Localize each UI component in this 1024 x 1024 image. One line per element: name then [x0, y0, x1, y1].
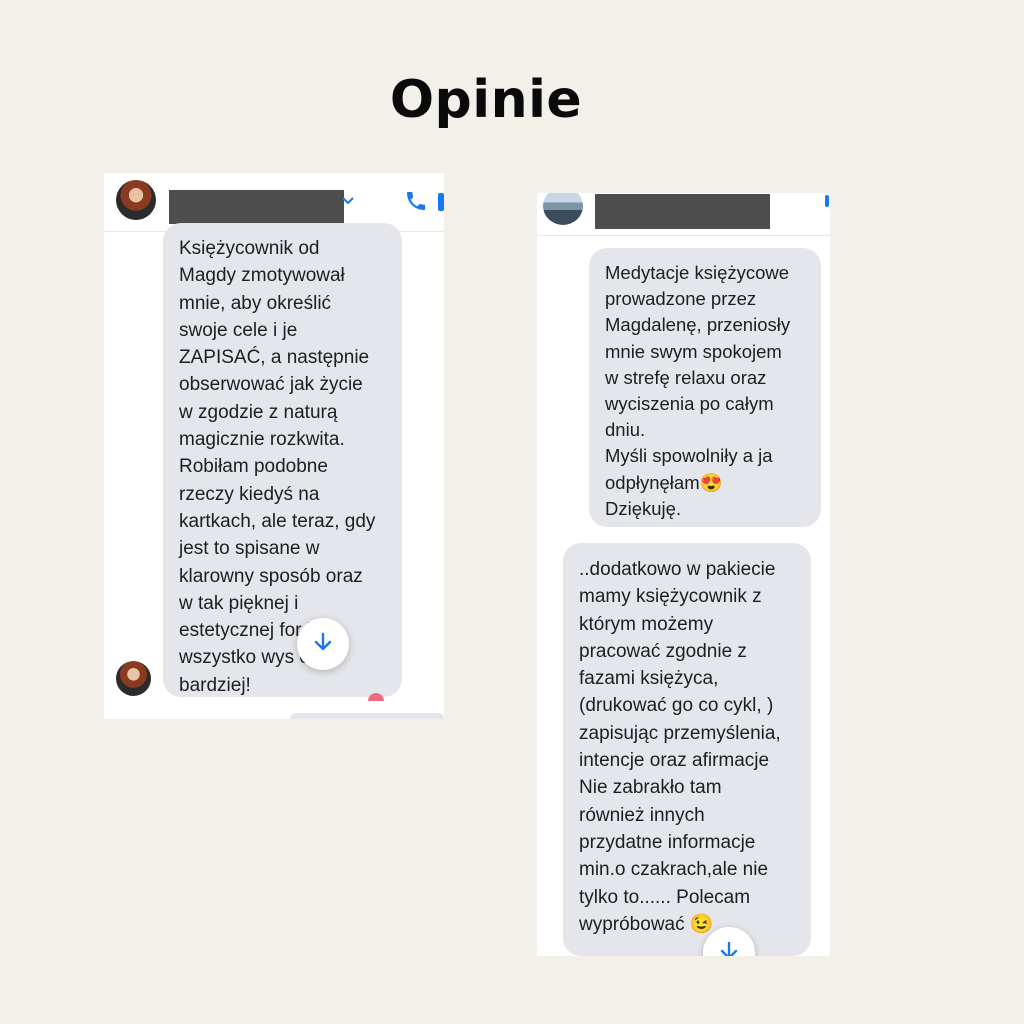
chat-header: [537, 193, 830, 236]
video-icon[interactable]: [438, 193, 444, 211]
message-line: intencje oraz afirmacje: [579, 750, 770, 772]
message-line: bardziej!: [179, 674, 251, 696]
message-line: Myśli spowolniły a ja: [605, 445, 773, 467]
message-bubble: Medytacje księżycowe prowadzone przez Ma…: [589, 248, 821, 527]
message-line: którym możemy: [579, 613, 714, 635]
contact-avatar[interactable]: [116, 180, 156, 220]
message-line: ..dodatkowo w pakiecie: [579, 559, 776, 580]
scroll-down-button[interactable]: [297, 618, 349, 670]
message-line: wypróbować 😉: [579, 913, 714, 935]
chevron-down-icon[interactable]: [342, 193, 354, 209]
message-line: rzeczy kiedyś na: [179, 483, 320, 505]
message-line: magicznie rozkwita.: [179, 429, 345, 451]
sender-avatar[interactable]: [116, 661, 151, 696]
message-line: estetycznej for ie -: [179, 620, 334, 642]
arrow-down-icon: [718, 940, 740, 956]
message-line: Dziękuję.: [605, 497, 682, 519]
message-line: dniu.: [605, 419, 646, 441]
message-line: wszystko wys o: [179, 647, 310, 669]
phone-icon[interactable]: [404, 189, 428, 219]
message-line: obserwować jak życie: [179, 374, 363, 396]
message-bubble: Księżycownik od Magdy zmotywował mnie, a…: [163, 223, 402, 697]
message-line: w tak pięknej i: [179, 592, 299, 614]
redacted-contact-name: [169, 190, 344, 224]
right-chat-screenshot: Medytacje księżycowe prowadzone przez Ma…: [537, 193, 830, 956]
message-line: zapisując przemyślenia,: [579, 722, 781, 744]
message-line: tylko to...... Polecam: [579, 886, 751, 908]
message-line: również innych: [579, 804, 705, 826]
message-line: w zgodzie z naturą: [179, 401, 338, 423]
message-bubble: ..dodatkowo w pakiecie mamy księżycownik…: [563, 543, 811, 956]
page-title: Opinie: [389, 70, 583, 130]
message-line: Magdy zmotywował: [179, 265, 345, 287]
phone-icon[interactable]: [825, 195, 829, 207]
message-line: Magdalenę, przeniosły: [605, 314, 791, 336]
message-line: mnie swym spokojem: [605, 340, 782, 362]
message-line: swoje cele i je: [179, 319, 298, 341]
contact-avatar[interactable]: [543, 193, 583, 225]
left-chat-screenshot: Księżycownik od Magdy zmotywował mnie, a…: [104, 173, 444, 719]
message-line: Medytacje księżycowe: [605, 262, 790, 283]
message-line: pracować zgodnie z: [579, 640, 747, 662]
message-line: min.o czakrach,ale nie: [579, 859, 769, 881]
message-line: Nie zabrakło tam: [579, 777, 722, 799]
message-line: mamy księżycownik z: [579, 586, 762, 608]
message-line: fazami księżyca,: [579, 668, 719, 690]
message-line: Robiłam podobne: [179, 456, 328, 478]
message-line: przydatne informacje: [579, 831, 756, 853]
message-line: ZAPISAĆ, a następnie: [179, 347, 370, 369]
message-line: klarowny sposób oraz: [179, 565, 363, 587]
redacted-contact-name: [595, 194, 770, 229]
message-line: wyciszenia po całym: [605, 393, 774, 415]
message-line: jest to spisane w: [179, 538, 320, 560]
message-line: kartkach, ale teraz, gdy: [179, 510, 376, 532]
next-message-bubble: [290, 713, 444, 719]
message-line: odpłynęłam😍: [605, 471, 723, 493]
message-line: mnie, aby określić: [179, 292, 332, 314]
message-line: prowadzone przez: [605, 288, 757, 310]
message-line: w strefę relaxu oraz: [605, 366, 767, 388]
arrow-down-icon: [312, 631, 334, 657]
message-line: (drukować go co cykl, ): [579, 695, 774, 717]
message-line: Księżycownik od: [179, 238, 320, 259]
